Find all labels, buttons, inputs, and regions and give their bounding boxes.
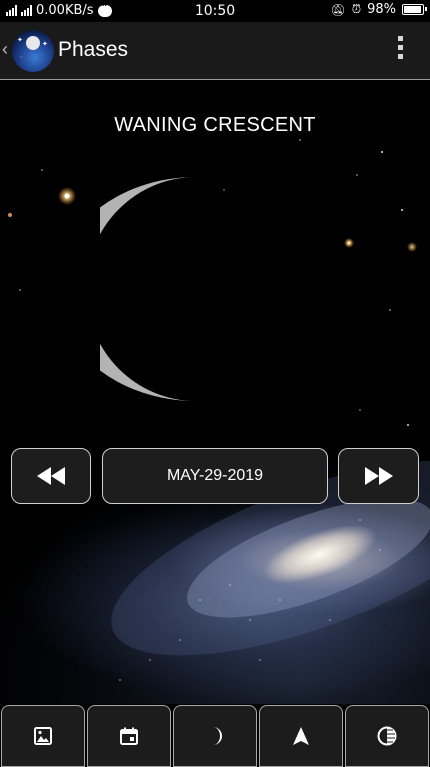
tab-wallpaper[interactable]: [1, 705, 85, 767]
alarm-icon: ⏰︎: [351, 2, 362, 16]
moon-icon: [213, 727, 222, 745]
main-space: WANING CRESCENT MAY-29-2019: [0, 80, 430, 704]
tab-phases[interactable]: [173, 705, 257, 767]
astronaut-globe-logo[interactable]: ✦ ✦ ·: [12, 30, 54, 72]
tab-calendar[interactable]: [87, 705, 171, 767]
bottom-tab-bar: [0, 704, 430, 767]
date-button[interactable]: MAY-29-2019: [102, 448, 328, 504]
tab-illumination[interactable]: [345, 705, 429, 767]
starfield-background: [8, 139, 430, 681]
app-bar: ‹ ✦ ✦ · Phases: [0, 22, 430, 80]
moon-phase-graphic: [100, 177, 196, 401]
rewind-icon: [37, 467, 65, 485]
battery-icon: [402, 4, 427, 15]
half-circle-contrast-icon: [377, 726, 397, 746]
battery-percent: 98%: [367, 2, 396, 17]
page-title: Phases: [58, 38, 129, 61]
mute-icon: 🔕︎: [330, 2, 346, 17]
next-date-button[interactable]: [338, 448, 419, 504]
status-right: 🔕︎ ⏰︎ 98%: [330, 2, 427, 17]
chevron-left-icon[interactable]: ‹: [2, 39, 8, 60]
tab-compass[interactable]: [259, 705, 343, 767]
fast-forward-icon: [364, 467, 393, 485]
compass-arrow-icon: [293, 727, 309, 745]
overflow-menu-icon[interactable]: [398, 36, 404, 59]
calendar-icon: [120, 727, 138, 745]
previous-date-button[interactable]: [11, 448, 91, 504]
image-icon: [34, 727, 52, 745]
phase-name: WANING CRESCENT: [114, 114, 316, 136]
status-bar: 0.00KB/s 10:50 🔕︎ ⏰︎ 98%: [0, 0, 430, 22]
